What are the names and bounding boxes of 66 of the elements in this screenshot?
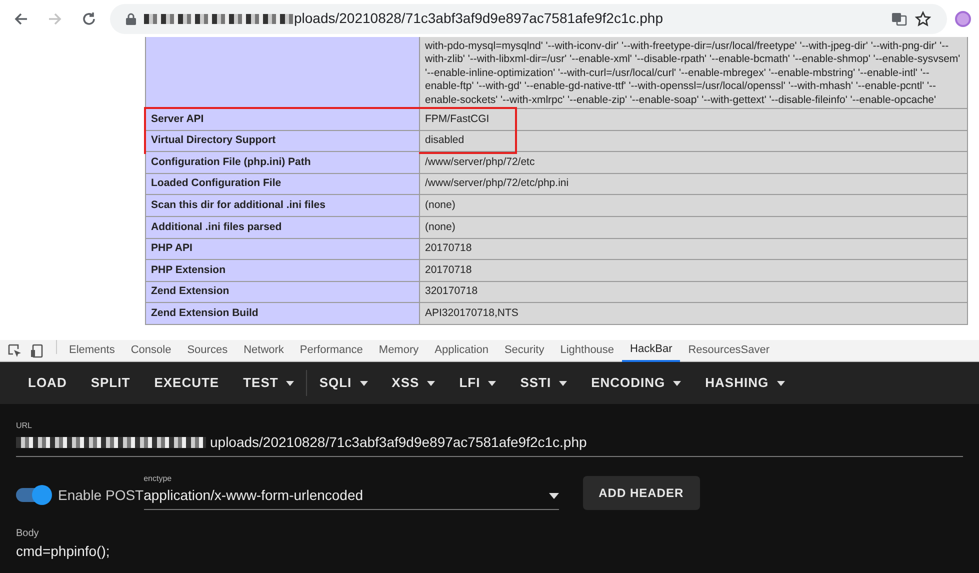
devtools-tab[interactable]: Application xyxy=(426,340,496,362)
row-label-text: Zend Extension xyxy=(151,285,230,298)
toggle-switch[interactable] xyxy=(16,488,50,502)
row-label-text: Zend Extension Build xyxy=(151,306,258,319)
dropdown-button[interactable]: TEST xyxy=(231,362,306,404)
star-icon[interactable] xyxy=(915,10,931,26)
toolbar-button[interactable]: SPLIT xyxy=(78,362,142,404)
devtools-tab[interactable]: Network xyxy=(236,340,292,362)
dropdown-button[interactable]: LFI xyxy=(447,362,508,404)
row-value: (none) xyxy=(420,194,968,216)
dropdown-button[interactable]: ENCODING xyxy=(579,362,694,404)
caret-icon xyxy=(559,380,568,386)
row-label-text: Loaded Configuration File xyxy=(151,177,282,190)
devtools-tab[interactable]: Elements xyxy=(61,340,123,362)
row-value: 20170718 xyxy=(420,238,968,260)
row-label-text: Server API xyxy=(151,112,204,125)
dropdown-button[interactable]: XSS xyxy=(380,362,448,404)
caret-icon xyxy=(360,380,368,386)
enctype-select[interactable]: application/x-www-form-urlencoded xyxy=(144,485,559,510)
row-value: /www/server/php/72/etc/php.ini xyxy=(420,173,968,195)
row-value: 20170718 xyxy=(420,260,968,282)
address-bar[interactable]: ploads/20210828/71c3abf3af9d9e897ac7581afe9f2c1c.php xyxy=(110,4,947,34)
toolbar-button[interactable]: LOAD xyxy=(16,362,79,404)
device-icon[interactable] xyxy=(30,344,44,358)
caret-icon xyxy=(427,380,436,386)
caret-icon xyxy=(488,380,496,386)
devtools-tab[interactable]: Memory xyxy=(370,340,427,362)
row-label-text: Virtual Directory Support xyxy=(151,134,276,146)
field-label: URL xyxy=(16,420,32,432)
caret-icon xyxy=(548,492,559,498)
body-field[interactable]: cmd=phpinfo(); xyxy=(16,541,110,562)
translate-icon[interactable] xyxy=(891,10,907,26)
url-field[interactable]: uploads/20210828/71c3abf3af9d9e897ac7581afe9f2c1c.php xyxy=(16,432,963,457)
row-label-text: Additional .ini files parsed xyxy=(151,220,282,233)
field-label: Body xyxy=(16,527,39,541)
devtools-tab[interactable]: Security xyxy=(496,340,552,362)
row-label-text: PHP API xyxy=(151,242,192,254)
row-label-text: PHP Extension xyxy=(151,264,226,276)
row-label-text: Configuration File (php.ini) Path xyxy=(151,156,311,168)
row-label-text: Scan this dir for additional .ini files xyxy=(151,199,326,211)
address-text: ploads/20210828/71c3abf3af9d9e897ac7581afe9f2c1c.php xyxy=(294,9,663,28)
devtools-tab[interactable]: Lighthouse xyxy=(552,340,622,362)
devtools-tab[interactable]: Console xyxy=(122,340,180,362)
dropdown-button[interactable]: SQLI xyxy=(307,362,380,404)
row-value: 320170718 xyxy=(420,281,968,303)
caret-icon xyxy=(776,380,785,386)
row-value: disabled xyxy=(420,130,968,152)
inspect-icon[interactable] xyxy=(8,344,22,358)
devtools-tab[interactable]: Sources xyxy=(179,340,236,362)
row-value: API320170718,NTS xyxy=(420,302,968,324)
caret-icon xyxy=(673,380,682,386)
add-header-button[interactable]: ADD HEADER xyxy=(582,476,700,510)
row-value: /www/server/php/72/etc xyxy=(420,152,968,174)
row-value: with-pdo-mysql=mysqlnd' '--with-iconv-dir' '--with-freetype-dir=/usr/local/freetype' '--with-jpeg-dir' '--with-png-dir' '--with-zlib' '--with-libxml-dir=/usr' '--enable-xml' '--disable-rpath' '--enable-bcmath' '--enable-shmop' '--enable-sysvsem' '--enable-inline-optimization' '--with-curl=/usr/local/curl' '--enable-mbregex' '--enable-mbstring' '--enable-intl' '--enable-ftp' '--with-gd' '--enable-gd-native-ttf' '--with-openssl=/usr/local/openssl' '--with-mhash' '--enable-pcntl' '--enable-sockets' '--with-xmlrpc' '--enable-zip' '--enable-soap' '--with-gettext' '--disable-fileinfo' '--enable-opcache' xyxy=(420,37,968,109)
lock-icon xyxy=(126,12,136,24)
field-label: enctype xyxy=(144,473,172,485)
devtools-tab[interactable]: Performance xyxy=(292,340,371,362)
caret-icon xyxy=(286,380,294,386)
row-value: (none) xyxy=(420,216,968,238)
toolbar-button[interactable]: EXECUTE xyxy=(142,362,232,404)
devtools-tab[interactable]: ResourcesSaver xyxy=(680,340,778,362)
dropdown-button[interactable]: SSTI xyxy=(508,362,580,404)
enable-post-label: Enable POST xyxy=(58,486,144,505)
profile-avatar[interactable] xyxy=(955,10,971,26)
dropdown-button[interactable]: HASHING xyxy=(693,362,797,404)
row-value: FPM/FastCGI xyxy=(420,108,968,130)
